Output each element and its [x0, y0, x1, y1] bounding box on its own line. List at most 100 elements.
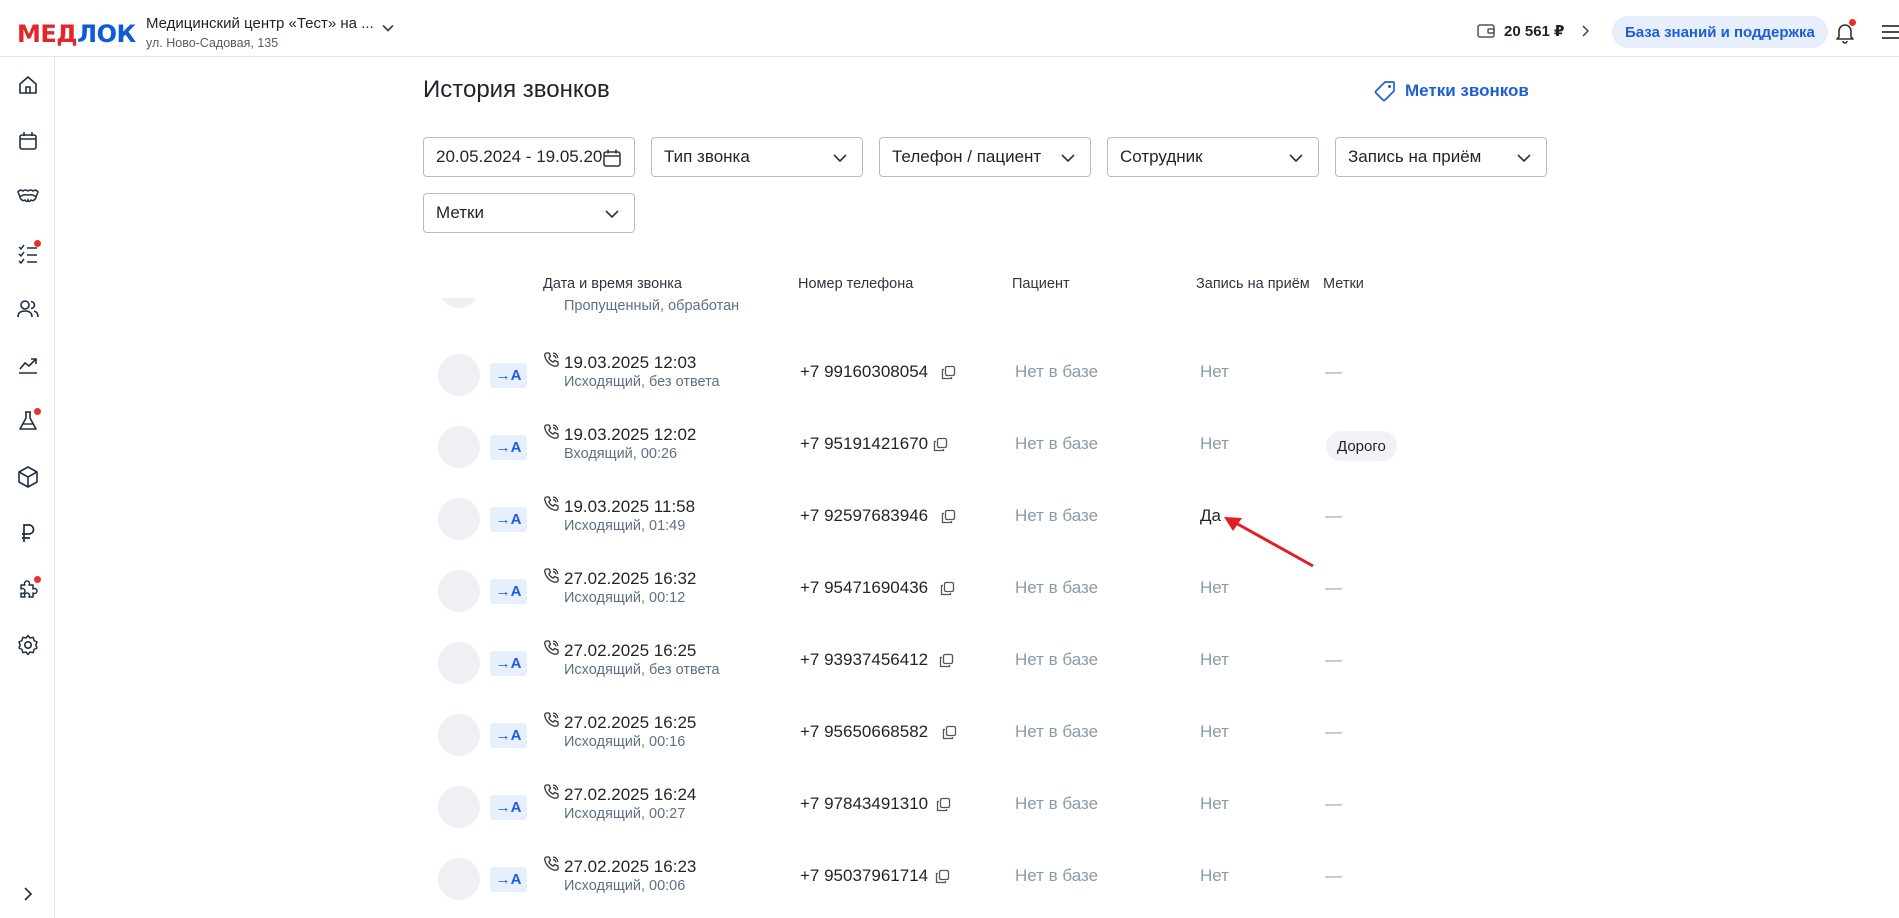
users-icon: [17, 300, 39, 318]
sidebar-item-analytics[interactable]: [14, 351, 42, 379]
phone-number[interactable]: +7 92597683946: [800, 506, 928, 526]
call-status: Исходящий, 00:16: [564, 734, 686, 750]
notification-dot: [1849, 19, 1856, 26]
call-datetime: 27.02.2025 16:24: [564, 785, 697, 804]
phone-number[interactable]: +7 93937456412: [800, 650, 928, 670]
column-header-patient[interactable]: Пациент: [1012, 276, 1070, 292]
phone-patient-filter[interactable]: Телефон / пациент: [879, 137, 1091, 177]
patient-cell: Нет в базе: [1015, 362, 1099, 381]
employee-filter-label: Сотрудник: [1120, 147, 1203, 166]
table-row[interactable]: →A 27.02.2025 16:32 Исходящий, 00:12 +7 …: [423, 550, 1573, 622]
notification-dot: [34, 240, 41, 247]
call-status: Исходящий, 01:49: [564, 518, 686, 534]
phone-call-icon: [544, 640, 559, 655]
sidebar-item-integrations[interactable]: [14, 575, 42, 603]
copy-icon[interactable]: [941, 365, 956, 380]
table-row[interactable]: →A 19.03.2025 12:03 Исходящий, без ответ…: [423, 334, 1573, 406]
phone-number[interactable]: +7 99160308054: [800, 362, 928, 382]
sidebar-item-users[interactable]: [14, 295, 42, 323]
table-row[interactable]: →A 19.03.2025 11:58 Исходящий, 01:49 +7 …: [423, 478, 1573, 550]
copy-icon[interactable]: [936, 797, 951, 812]
chevron-down-icon: [605, 210, 619, 219]
avatar: [438, 858, 480, 900]
appointment-cell: Да: [1200, 506, 1221, 525]
sidebar-item-calendar[interactable]: [14, 127, 42, 155]
appointment-cell: Нет: [1200, 362, 1229, 381]
sidebar-item-finance[interactable]: [14, 519, 42, 547]
call-tags-link[interactable]: Метки звонков: [1374, 80, 1529, 102]
ai-assistant-badge[interactable]: →A: [490, 363, 527, 388]
balance-widget[interactable]: 20 561 ₽: [1476, 22, 1592, 40]
patient-cell: Нет в базе: [1015, 434, 1099, 453]
phone-number[interactable]: +7 95650668582: [800, 722, 928, 742]
top-bar: МЕДЛОК Медицинский центр «Тест» на ... у…: [0, 6, 1899, 57]
table-row[interactable]: →A 27.02.2025 16:23 Исходящий, 00:06 +7 …: [423, 838, 1573, 910]
copy-icon[interactable]: [942, 725, 957, 740]
phone-call-icon: [544, 784, 559, 799]
ai-assistant-badge[interactable]: →A: [490, 651, 527, 676]
patient-cell: Нет в базе: [1015, 578, 1099, 597]
copy-icon[interactable]: [935, 869, 950, 884]
menu-button[interactable]: [1880, 19, 1899, 45]
sidebar-item-tasks[interactable]: [14, 239, 42, 267]
patient-cell: Нет в базе: [1015, 794, 1099, 813]
ai-assistant-badge[interactable]: →A: [490, 435, 527, 460]
phone-number[interactable]: +7 95471690436: [800, 578, 928, 598]
sidebar-expand-button[interactable]: [17, 883, 39, 905]
sidebar-item-lab[interactable]: [14, 407, 42, 435]
ai-assistant-badge[interactable]: →A: [490, 579, 527, 604]
sidebar-item-warehouse[interactable]: [14, 463, 42, 491]
tag-pill[interactable]: Дорого: [1326, 431, 1397, 461]
chevron-down-icon[interactable]: [380, 20, 396, 36]
tags-cell: —: [1325, 362, 1342, 381]
sidebar-item-settings[interactable]: [14, 631, 42, 659]
calendar-icon: [603, 149, 621, 167]
notifications-button[interactable]: [1832, 19, 1858, 45]
table-row[interactable]: →A 27.02.2025 16:25 Исходящий, без ответ…: [423, 622, 1573, 694]
call-datetime: 27.02.2025 16:25: [564, 641, 697, 660]
column-header-datetime[interactable]: Дата и время звонка: [543, 276, 682, 292]
table-row[interactable]: →A 27.02.2025 16:24 Исходящий, 00:27 +7 …: [423, 766, 1573, 838]
call-status: Исходящий, 00:06: [564, 878, 686, 894]
tags-cell: —: [1325, 722, 1342, 741]
table-row[interactable]: →A 19.03.2025 12:02 Входящий, 00:26 +7 9…: [423, 406, 1573, 478]
copy-icon[interactable]: [933, 437, 948, 452]
call-status: Исходящий, без ответа: [564, 662, 720, 678]
employee-filter[interactable]: Сотрудник: [1107, 137, 1319, 177]
avatar: [438, 354, 480, 396]
column-header-phone[interactable]: Номер телефона: [798, 276, 913, 292]
call-datetime: 19.03.2025 11:58: [564, 497, 696, 516]
column-header-appointment[interactable]: Запись на приём: [1196, 276, 1310, 292]
tags-filter[interactable]: Метки: [423, 193, 635, 233]
phone-number[interactable]: +7 95037961714: [800, 866, 928, 886]
avatar: [438, 642, 480, 684]
call-status: Пропущенный, обработан: [564, 298, 740, 314]
copy-icon[interactable]: [941, 509, 956, 524]
patient-cell: Нет в базе: [1015, 650, 1099, 669]
table-row[interactable]: →A 27.02.2025 16:25 Исходящий, 00:16 +7 …: [423, 694, 1573, 766]
avatar: [438, 426, 480, 468]
phone-number[interactable]: +7 95191421670: [800, 434, 928, 454]
call-type-filter[interactable]: Тип звонка: [651, 137, 863, 177]
phone-call-icon: [544, 712, 559, 727]
phone-patient-filter-label: Телефон / пациент: [892, 147, 1042, 166]
phone-number[interactable]: +7 97843491310: [800, 794, 928, 814]
avatar: [438, 714, 480, 756]
ai-assistant-badge[interactable]: →A: [490, 723, 527, 748]
copy-icon[interactable]: [939, 653, 954, 668]
medlock-logo[interactable]: МЕДЛОК: [17, 20, 136, 48]
knowledge-base-button[interactable]: База знаний и поддержка: [1612, 16, 1828, 48]
clinic-selector[interactable]: Медицинский центр «Тест» на ... ул. Ново…: [146, 15, 374, 50]
column-header-tags[interactable]: Метки: [1323, 276, 1364, 292]
copy-icon[interactable]: [940, 581, 955, 596]
ruble-icon: [22, 524, 35, 542]
sidebar-item-teeth[interactable]: [14, 183, 42, 211]
chevron-down-icon: [1289, 154, 1303, 163]
ai-assistant-badge[interactable]: →A: [490, 867, 527, 892]
ai-assistant-badge[interactable]: →A: [490, 507, 527, 532]
sidebar-item-home[interactable]: [14, 71, 42, 99]
appointment-filter-label: Запись на приём: [1348, 147, 1482, 166]
date-range-filter[interactable]: 20.05.2024 - 19.05.2025: [423, 137, 635, 177]
ai-assistant-badge[interactable]: →A: [490, 795, 527, 820]
appointment-filter[interactable]: Запись на приём: [1335, 137, 1547, 177]
